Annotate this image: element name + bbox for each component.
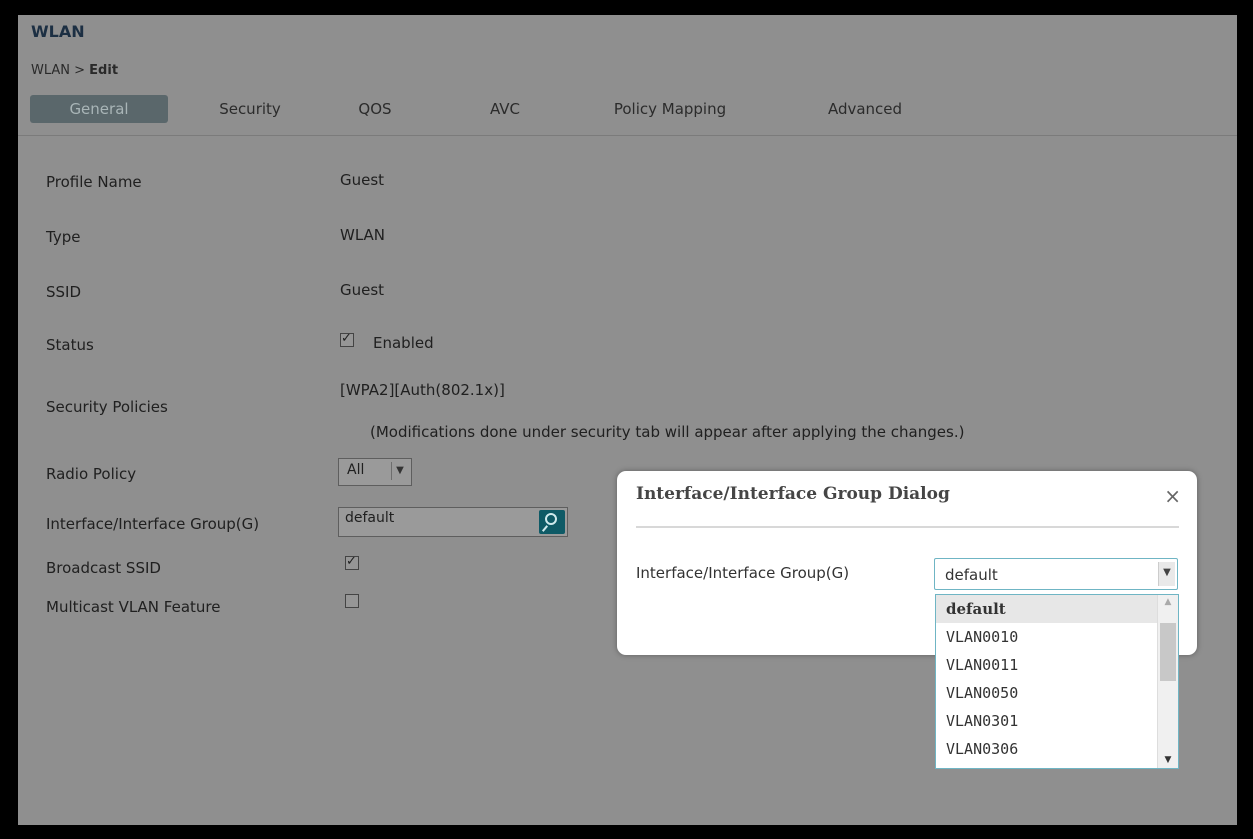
tab-avc[interactable]: AVC (480, 93, 530, 125)
multicast-vlan-checkbox[interactable] (345, 594, 359, 608)
option-vlan0011[interactable]: VLAN0011 (936, 651, 1160, 679)
option-vlan0050[interactable]: VLAN0050 (936, 679, 1160, 707)
tab-security[interactable]: Security (195, 93, 305, 125)
status-enabled-label: Enabled (373, 334, 434, 352)
multicast-vlan-label: Multicast VLAN Feature (46, 598, 221, 616)
profile-name-value: Guest (340, 171, 385, 189)
security-policies-note: (Modifications done under security tab w… (370, 423, 965, 441)
tab-bar: General Security QOS AVC Policy Mapping … (30, 93, 1225, 125)
broadcast-ssid-checkbox[interactable] (345, 554, 359, 570)
radio-policy-value: All (347, 462, 365, 478)
security-policies-label: Security Policies (46, 398, 168, 416)
interface-select-value: default (945, 566, 998, 584)
radio-policy-label: Radio Policy (46, 465, 137, 483)
search-icon[interactable] (539, 510, 565, 534)
type-value: WLAN (340, 226, 386, 244)
scroll-down-icon[interactable]: ▼ (1158, 755, 1178, 765)
interface-label: Interface/Interface Group(G) (46, 515, 260, 533)
option-vlan0010[interactable]: VLAN0010 (936, 623, 1160, 651)
status-label: Status (46, 336, 94, 354)
dialog-title: Interface/Interface Group Dialog (636, 484, 950, 504)
page-title: WLAN (31, 22, 85, 41)
chevron-down-icon: ▼ (391, 462, 408, 480)
scroll-up-icon[interactable]: ▲ (1158, 597, 1178, 607)
ssid-value: Guest (340, 281, 385, 299)
dialog-divider (636, 526, 1179, 528)
breadcrumb: WLAN > Edit (31, 63, 118, 78)
security-policies-value: [WPA2][Auth(802.1x)] (340, 381, 505, 399)
chevron-down-icon: ▼ (1158, 562, 1175, 586)
option-vlan0301[interactable]: VLAN0301 (936, 707, 1160, 735)
interface-select[interactable]: default ▼ (934, 558, 1178, 590)
ssid-label: SSID (46, 283, 82, 301)
options-scrollbar[interactable]: ▲ ▼ (1157, 595, 1178, 768)
broadcast-ssid-label: Broadcast SSID (46, 559, 161, 577)
tab-advanced[interactable]: Advanced (810, 93, 920, 125)
option-vlan0306[interactable]: VLAN0306 (936, 735, 1160, 763)
option-default[interactable]: default (936, 595, 1160, 623)
close-icon[interactable]: × (1164, 484, 1181, 508)
tab-policy-mapping[interactable]: Policy Mapping (590, 93, 750, 125)
type-label: Type (46, 228, 81, 246)
scroll-thumb[interactable] (1160, 623, 1176, 681)
breadcrumb-prefix: WLAN > (31, 63, 90, 78)
tab-general[interactable]: General (30, 95, 168, 123)
interface-field[interactable]: default (338, 507, 568, 537)
status-enabled-checkbox[interactable] (340, 331, 354, 347)
radio-policy-select[interactable]: All ▼ (338, 458, 412, 486)
tab-qos[interactable]: QOS (350, 93, 400, 125)
dialog-field-label: Interface/Interface Group(G) (636, 564, 850, 582)
profile-name-label: Profile Name (46, 173, 142, 191)
interface-value: default (345, 510, 395, 526)
tab-divider (18, 135, 1237, 136)
search-glass-shape (545, 513, 557, 525)
interface-options-list: default VLAN0010 VLAN0011 VLAN0050 VLAN0… (935, 594, 1179, 769)
breadcrumb-current: Edit (89, 63, 119, 78)
search-handle-shape (541, 525, 549, 532)
